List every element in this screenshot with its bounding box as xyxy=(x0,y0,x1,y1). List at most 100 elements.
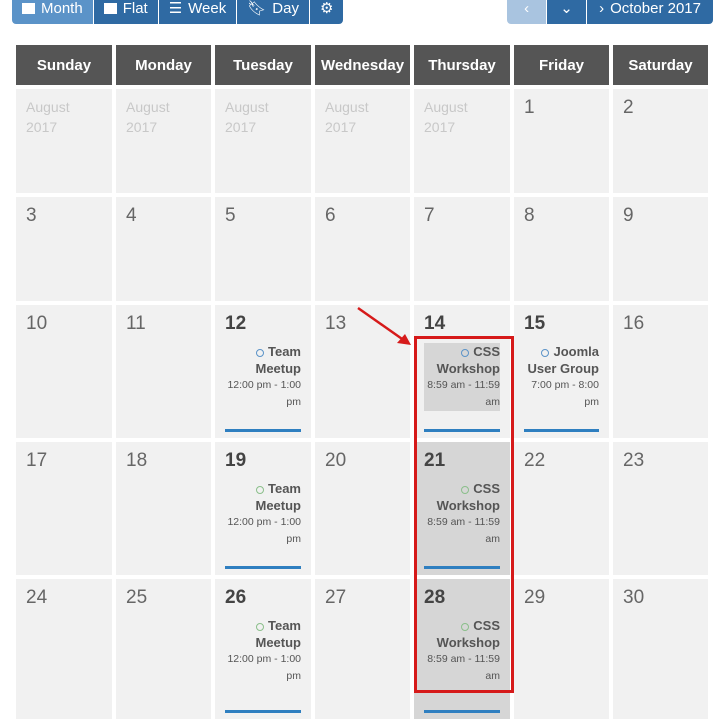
chevron-right-icon: › xyxy=(599,0,605,17)
calendar-grid: Sunday Monday Tuesday Wednesday Thursday… xyxy=(16,45,708,723)
previous-month-button[interactable]: ‹ xyxy=(507,0,548,24)
event[interactable]: CSS Workshop 8:59 am - 11:59 am xyxy=(424,617,500,685)
day-number: 24 xyxy=(26,587,48,608)
day-cell[interactable]: 3 xyxy=(16,197,112,301)
day-number: 16 xyxy=(623,313,645,334)
flat-view-button[interactable]: Flat xyxy=(93,0,159,24)
event[interactable]: Joomla User Group 7:00 pm - 8:00 pm xyxy=(524,343,599,411)
next-month-button[interactable]: › October 2017 xyxy=(587,0,713,24)
day-cell[interactable]: 10 xyxy=(16,305,112,438)
event[interactable]: Team Meetup 12:00 pm - 1:00 pm xyxy=(225,343,301,411)
month-navigation: ‹ ⌄ › October 2017 xyxy=(507,0,713,24)
event[interactable]: Team Meetup 12:00 pm - 1:00 pm xyxy=(225,480,301,548)
day-cell[interactable]: 11 xyxy=(116,305,211,438)
day-cell[interactable]: 20 xyxy=(315,442,410,575)
day-number: 6 xyxy=(325,205,336,226)
day-number: 7 xyxy=(424,205,435,226)
day-cell[interactable]: 15 Joomla User Group 7:00 pm - 8:00 pm xyxy=(514,305,609,438)
day-cell-other-month[interactable]: August 2017 xyxy=(116,89,211,193)
day-number: 20 xyxy=(325,450,347,471)
day-cell[interactable]: 18 xyxy=(116,442,211,575)
day-number: 13 xyxy=(325,313,347,334)
day-cell[interactable]: 2 xyxy=(613,89,708,193)
day-cell[interactable]: 16 xyxy=(613,305,708,438)
day-cell[interactable]: 14 CSS Workshop 8:59 am - 11:59 am xyxy=(414,305,510,438)
day-cell[interactable]: 12 Team Meetup 12:00 pm - 1:00 pm xyxy=(215,305,311,438)
month-picker-button[interactable]: ⌄ xyxy=(547,0,588,24)
day-cell[interactable]: 8 xyxy=(514,197,609,301)
day-cell[interactable]: 23 xyxy=(613,442,708,575)
day-cell[interactable]: 17 xyxy=(16,442,112,575)
day-number: 28 xyxy=(424,587,446,608)
day-number: 11 xyxy=(126,313,146,334)
bookmark-icon: 🔖︎ xyxy=(247,0,267,17)
calendar-icon xyxy=(22,2,35,14)
day-view-button[interactable]: 🔖︎ Day xyxy=(237,0,310,24)
day-cell[interactable]: 1 xyxy=(514,89,609,193)
day-cell-other-month[interactable]: August 2017 xyxy=(16,89,112,193)
book-icon xyxy=(103,2,117,14)
chevron-down-icon: ⌄ xyxy=(560,0,573,17)
day-cell-other-month[interactable]: August 2017 xyxy=(215,89,311,193)
day-cell[interactable]: 27 xyxy=(315,579,410,719)
event-dot-icon xyxy=(461,622,470,631)
day-number: 8 xyxy=(524,205,535,226)
weekday-header: Thursday xyxy=(414,45,510,85)
weekday-header: Monday xyxy=(116,45,211,85)
day-number: 5 xyxy=(225,205,236,226)
day-cell[interactable]: 22 xyxy=(514,442,609,575)
event-bar xyxy=(424,429,500,432)
day-number: 25 xyxy=(126,587,148,608)
event-bar xyxy=(524,429,599,432)
event-bar xyxy=(424,566,500,569)
month-view-button[interactable]: Month xyxy=(12,0,94,24)
day-number: 1 xyxy=(524,97,535,118)
day-number: 12 xyxy=(225,313,247,334)
day-cell[interactable]: 30 xyxy=(613,579,708,719)
day-cell-other-month[interactable]: August 2017 xyxy=(414,89,510,193)
day-cell[interactable]: 29 xyxy=(514,579,609,719)
day-cell[interactable]: 19 Team Meetup 12:00 pm - 1:00 pm xyxy=(215,442,311,575)
event[interactable]: CSS Workshop 8:59 am - 11:59 am xyxy=(424,343,500,411)
weekday-header: Wednesday xyxy=(315,45,410,85)
day-number: 14 xyxy=(424,313,446,334)
weekday-header: Sunday xyxy=(16,45,112,85)
event-dot-icon xyxy=(461,485,470,494)
day-number: 3 xyxy=(26,205,37,226)
day-cell[interactable]: 26 Team Meetup 12:00 pm - 1:00 pm xyxy=(215,579,311,719)
day-cell[interactable]: 25 xyxy=(116,579,211,719)
day-number: 22 xyxy=(524,450,546,471)
event-dot-icon xyxy=(461,348,470,357)
day-number: 18 xyxy=(126,450,148,471)
day-number: 19 xyxy=(225,450,247,471)
day-number: 23 xyxy=(623,450,645,471)
day-cell[interactable]: 7 xyxy=(414,197,510,301)
event-dot-icon xyxy=(256,622,264,631)
day-cell[interactable]: 9 xyxy=(613,197,708,301)
week-view-button[interactable]: ☰ Week xyxy=(158,0,238,24)
day-cell-other-month[interactable]: August 2017 xyxy=(315,89,410,193)
day-number: 27 xyxy=(325,587,347,608)
day-number: 17 xyxy=(26,450,48,471)
day-cell[interactable]: 4 xyxy=(116,197,211,301)
day-cell[interactable]: 24 xyxy=(16,579,112,719)
day-cell[interactable]: 6 xyxy=(315,197,410,301)
day-number: 15 xyxy=(524,313,546,334)
day-number: 9 xyxy=(623,205,634,226)
annotation-arrow-icon xyxy=(357,306,411,345)
day-cell[interactable]: 5 xyxy=(215,197,311,301)
day-number: 26 xyxy=(225,587,247,608)
day-number: 30 xyxy=(623,587,645,608)
weekday-header: Saturday xyxy=(613,45,708,85)
event-dot-icon xyxy=(541,348,550,357)
event[interactable]: CSS Workshop 8:59 am - 11:59 am xyxy=(424,480,500,548)
day-number: 2 xyxy=(623,97,634,118)
event-dot-icon xyxy=(256,485,264,494)
event-bar xyxy=(424,710,500,713)
settings-button[interactable]: ⚙ xyxy=(309,0,344,24)
day-number: 29 xyxy=(524,587,546,608)
event-bar xyxy=(225,429,301,432)
day-cell[interactable]: 28 CSS Workshop 8:59 am - 11:59 am xyxy=(414,579,510,719)
event[interactable]: Team Meetup 12:00 pm - 1:00 pm xyxy=(225,617,301,685)
day-cell[interactable]: 21 CSS Workshop 8:59 am - 11:59 am xyxy=(414,442,510,575)
